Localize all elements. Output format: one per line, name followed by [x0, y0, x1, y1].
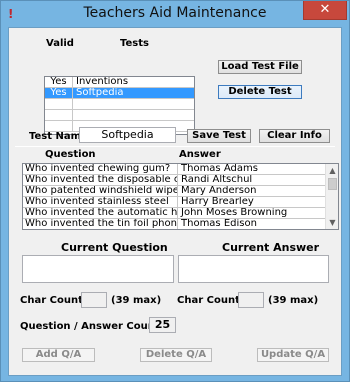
qa-row[interactable]: Who invented the tin foil phonogra...Tho… — [23, 219, 325, 229]
valid-column-header: Valid — [46, 38, 74, 49]
question-cell: Who invented chewing gum? — [23, 164, 178, 175]
add-qa-button[interactable]: Add Q/A — [22, 348, 95, 362]
test-name-cell — [75, 99, 193, 110]
question-cell: Who patented windshield wipers? — [25, 186, 178, 197]
qa-count-label: Question / Answer Count: — [20, 321, 164, 332]
tests-column-header: Tests — [120, 38, 149, 49]
answer-cell: Randi Altschul — [181, 175, 253, 185]
close-button[interactable]: ✕ — [303, 1, 347, 20]
question-char-count-label: Char Count: — [20, 295, 87, 306]
question-cell: Who invented stainless steel — [23, 197, 178, 208]
question-cell: Who invented the automatic hand ... — [25, 208, 178, 219]
qa-scrollbar[interactable]: ▲ ▼ — [325, 164, 338, 229]
question-column-header: Question — [45, 149, 96, 160]
test-valid-cell: Yes — [45, 88, 73, 99]
load-test-file-button[interactable]: Load Test File — [218, 60, 302, 74]
qa-grid[interactable]: Who invented chewing gum? Thomas Adams Who… — [22, 163, 339, 230]
qa-row[interactable]: Who invented the automatic hand ...John … — [23, 208, 325, 219]
update-qa-button[interactable]: Update Q/A — [257, 348, 329, 362]
answer-column-header: Answer — [179, 149, 221, 160]
test-row[interactable] — [45, 110, 194, 121]
section-divider — [15, 146, 335, 147]
question-char-count-field — [81, 292, 107, 308]
qa-row[interactable]: Who invented the disposable cell p...Ran… — [23, 175, 325, 186]
test-name-cell: Inventions — [76, 77, 129, 87]
test-name-cell: Softpedia — [76, 88, 124, 98]
answer-cell: Thomas Edison — [181, 219, 257, 229]
answer-char-count-label: Char Count: — [177, 295, 244, 306]
test-valid-cell — [45, 99, 73, 110]
answer-cell: Harry Brearley — [181, 197, 254, 207]
answer-cell: Mary Anderson — [181, 186, 257, 196]
test-row[interactable] — [45, 99, 194, 110]
test-row[interactable]: Yes Softpedia — [45, 88, 194, 99]
test-valid-cell: Yes — [45, 77, 73, 88]
title-bar[interactable]: ! Teachers Aid Maintenance ✕ — [1, 1, 349, 27]
clear-info-button[interactable]: Clear Info — [259, 129, 330, 143]
answer-char-count-field — [238, 292, 264, 308]
app-window: ! Teachers Aid Maintenance ✕ Valid Tests… — [0, 0, 350, 382]
qa-count-value: 25 — [149, 317, 176, 333]
test-valid-cell — [45, 110, 73, 121]
scroll-down-icon[interactable]: ▼ — [326, 216, 338, 229]
answer-cell: Thomas Adams — [181, 164, 258, 174]
test-name-cell — [75, 110, 193, 121]
answer-cell: John Moses Browning — [181, 208, 288, 218]
qa-row[interactable]: Who invented stainless steel Harry Brearl… — [23, 197, 325, 208]
question-max-label: (39 max) — [111, 295, 162, 306]
scroll-up-icon[interactable]: ▲ — [326, 164, 338, 177]
current-question-label: Current Question — [61, 241, 168, 254]
current-answer-label: Current Answer — [222, 241, 320, 254]
delete-qa-button[interactable]: Delete Q/A — [140, 348, 212, 362]
client-area: Valid Tests Yes Inventions Yes Softpedia Lo… — [8, 27, 342, 376]
window-title: Teachers Aid Maintenance — [83, 5, 267, 21]
current-answer-textbox[interactable] — [178, 255, 329, 283]
qa-row[interactable]: Who invented chewing gum? Thomas Adams — [23, 164, 325, 175]
answer-max-label: (39 max) — [268, 295, 319, 306]
save-test-button[interactable]: Save Test — [187, 129, 251, 143]
qa-row[interactable]: Who patented windshield wipers? Mary Ande… — [23, 186, 325, 197]
question-cell: Who invented the disposable cell p... — [23, 175, 178, 186]
question-cell: Who invented the tin foil phonogra... — [25, 219, 178, 229]
delete-test-button[interactable]: Delete Test — [218, 85, 302, 99]
test-row[interactable]: Yes Inventions — [45, 77, 194, 88]
close-icon: ✕ — [319, 2, 331, 17]
current-question-textbox[interactable] — [22, 255, 174, 283]
test-name-input[interactable]: Softpedia — [79, 127, 176, 143]
scroll-thumb[interactable] — [328, 178, 337, 190]
